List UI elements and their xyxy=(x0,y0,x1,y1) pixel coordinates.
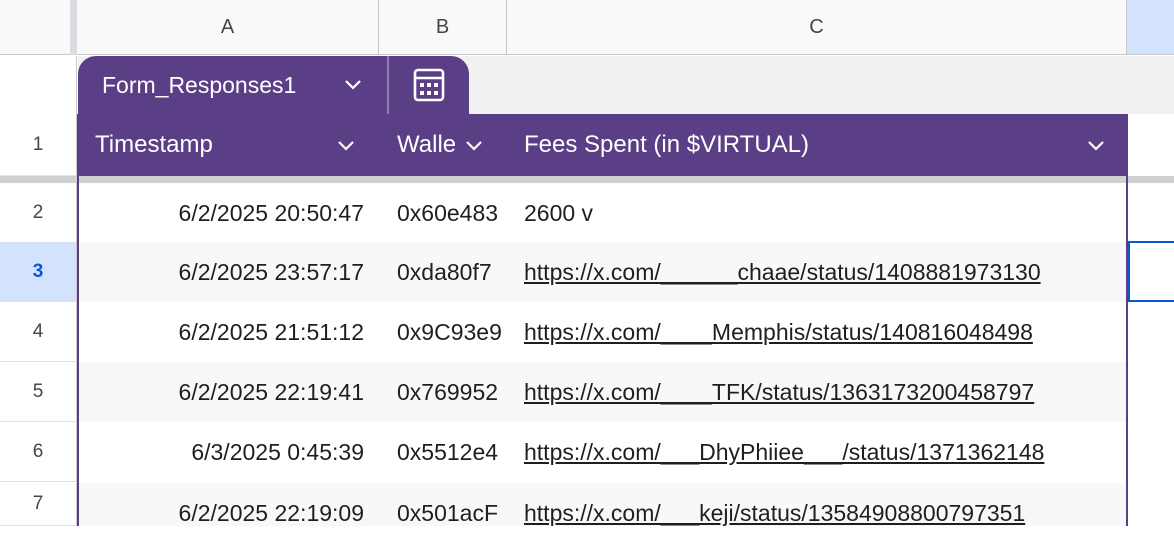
wallet-value: 0x5512e4 xyxy=(397,438,499,465)
row-number-5[interactable]: 5 xyxy=(0,362,77,422)
column-header-a[interactable]: A xyxy=(77,0,379,55)
calculator-grid-icon xyxy=(413,68,445,102)
wallet-cell[interactable]: 0x5512e4 xyxy=(380,422,506,482)
wallet-value: 0xda80f7 xyxy=(397,258,492,285)
header-timestamp[interactable]: Timestamp xyxy=(78,114,380,176)
row-number-4[interactable]: 4 xyxy=(0,302,77,362)
row-number-label: 5 xyxy=(32,380,44,402)
row-number-label: 3 xyxy=(32,260,44,282)
timestamp-value: 6/2/2025 20:50:47 xyxy=(178,199,364,226)
column-letter-b: B xyxy=(435,15,450,38)
fees-cell[interactable]: https://x.com/______chaae/status/1408881… xyxy=(508,242,1126,302)
wallet-cell[interactable]: 0x60e483 xyxy=(380,183,506,243)
row-number-label: 7 xyxy=(32,493,44,514)
fees-cell[interactable]: https://x.com/____TFK/status/13631732004… xyxy=(508,362,1126,422)
fees-link[interactable]: https://x.com/______chaae/status/1408881… xyxy=(524,259,1041,286)
row-number-label: 1 xyxy=(32,133,44,155)
timestamp-value: 6/2/2025 22:19:09 xyxy=(178,499,364,526)
header-wallet[interactable]: Walle xyxy=(380,114,508,176)
row-number-3[interactable]: 3 xyxy=(0,242,77,302)
chevron-down-icon[interactable] xyxy=(462,133,486,157)
fees-cell[interactable]: https://x.com/___DhyPhiiee___/status/137… xyxy=(508,422,1126,482)
header-fees-label: Fees Spent (in $VIRTUAL) xyxy=(524,131,810,158)
timestamp-value: 6/2/2025 21:51:12 xyxy=(178,318,364,345)
row-gutter-blank xyxy=(0,56,77,114)
column-letter-a: A xyxy=(220,15,235,38)
column-header-b[interactable]: B xyxy=(379,0,507,55)
row-number-label: 2 xyxy=(32,201,44,223)
header-fees-spent[interactable]: Fees Spent (in $VIRTUAL) xyxy=(508,114,1126,176)
table-border-right xyxy=(1126,114,1128,526)
wallet-cell[interactable]: 0xda80f7 xyxy=(380,242,506,302)
frozen-row-divider[interactable] xyxy=(0,176,1174,183)
fees-link[interactable]: https://x.com/____Memphis/status/1408160… xyxy=(524,319,1033,346)
row-number-1[interactable]: 1 xyxy=(0,114,77,176)
row-number-label: 4 xyxy=(32,320,44,342)
timestamp-cell[interactable]: 6/2/2025 21:51:12 xyxy=(78,302,380,362)
table-row: 6/2/2025 21:51:12 0x9C93e9 https://x.com… xyxy=(78,302,1128,362)
wallet-cell[interactable]: 0x9C93e9 xyxy=(380,302,506,362)
table-row: 6/2/2025 20:50:47 0x60e483 2600 v xyxy=(78,183,1128,243)
row-number-7[interactable]: 7 xyxy=(0,483,77,526)
wallet-value: 0x769952 xyxy=(397,378,499,405)
table-row: 6/3/2025 0:45:39 0x5512e4 https://x.com/… xyxy=(78,422,1128,482)
table-row: 6/2/2025 22:19:09 0x501acF https://x.com… xyxy=(78,483,1128,526)
timestamp-cell[interactable]: 6/2/2025 22:19:41 xyxy=(78,362,380,422)
table-row: 6/2/2025 22:19:41 0x769952 https://x.com… xyxy=(78,362,1128,422)
table-name-tab[interactable]: Form_Responses1 xyxy=(78,56,387,114)
timestamp-cell[interactable]: 6/2/2025 23:57:17 xyxy=(78,242,380,302)
column-header-c[interactable]: C xyxy=(507,0,1127,55)
column-header-d[interactable] xyxy=(1127,0,1174,55)
timestamp-cell[interactable]: 6/2/2025 20:50:47 xyxy=(78,183,380,243)
fees-cell[interactable]: https://x.com/____Memphis/status/1408160… xyxy=(508,302,1126,362)
table-row: 6/2/2025 23:57:17 0xda80f7 https://x.com… xyxy=(78,242,1128,302)
column-letter-c: C xyxy=(809,15,824,38)
timestamp-value: 6/2/2025 22:19:41 xyxy=(178,378,364,405)
fees-cell[interactable]: 2600 v xyxy=(508,183,1126,243)
chevron-down-icon[interactable] xyxy=(334,133,358,157)
timestamp-value: 6/2/2025 23:57:17 xyxy=(178,258,364,285)
timestamp-cell[interactable]: 6/2/2025 22:19:09 xyxy=(78,483,380,543)
fees-link[interactable]: https://x.com/___keji/status/13584908800… xyxy=(524,500,1025,527)
fees-value: 2600 v xyxy=(524,199,594,226)
fees-cell[interactable]: https://x.com/___keji/status/13584908800… xyxy=(508,483,1126,543)
fees-link[interactable]: https://x.com/___DhyPhiiee___/status/137… xyxy=(524,439,1044,466)
wallet-value: 0x60e483 xyxy=(397,199,499,226)
wallet-value: 0x501acF xyxy=(397,499,499,526)
active-cell-selection[interactable] xyxy=(1128,241,1174,302)
table-border-left xyxy=(77,114,79,526)
row-number-6[interactable]: 6 xyxy=(0,422,77,482)
select-all-corner[interactable] xyxy=(0,0,73,55)
table-view-button[interactable] xyxy=(389,56,469,114)
chevron-down-icon xyxy=(345,80,361,90)
row-number-label: 6 xyxy=(32,440,44,462)
wallet-value: 0x9C93e9 xyxy=(397,318,502,345)
wallet-cell[interactable]: 0x501acF xyxy=(380,483,506,543)
chevron-down-icon[interactable] xyxy=(1084,133,1108,157)
wallet-cell[interactable]: 0x769952 xyxy=(380,362,506,422)
header-wallet-label: Walle xyxy=(397,131,457,158)
frozen-column-divider[interactable] xyxy=(70,0,77,55)
timestamp-value: 6/3/2025 0:45:39 xyxy=(191,438,364,465)
header-timestamp-label: Timestamp xyxy=(95,131,213,158)
timestamp-cell[interactable]: 6/3/2025 0:45:39 xyxy=(78,422,380,482)
fees-link[interactable]: https://x.com/____TFK/status/13631732004… xyxy=(524,379,1034,406)
table-name-label: Form_Responses1 xyxy=(102,71,297,98)
row-number-2[interactable]: 2 xyxy=(0,183,77,243)
